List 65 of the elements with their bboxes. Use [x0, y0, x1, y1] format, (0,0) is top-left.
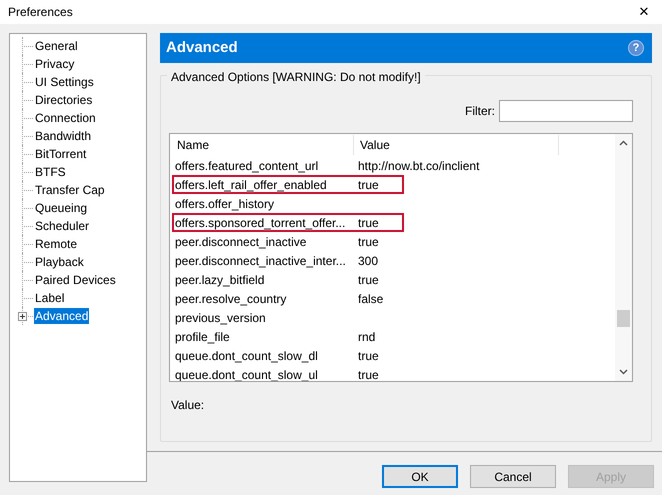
table-cell-text: offers.left_rail_offer_enabled [174, 176, 328, 194]
tree-item[interactable]: Bandwidth [34, 128, 92, 144]
table-cell-text: true [357, 366, 379, 381]
filter-field[interactable] [499, 100, 633, 122]
table-cell-text: offers.sponsored_torrent_offer... [174, 214, 346, 232]
table-cell-text: http://now.bt.co/inclient [357, 158, 480, 174]
table-cell-text: 300 [357, 252, 378, 270]
table-cell-text: true [357, 234, 379, 250]
table-cell-text: peer.disconnect_inactive [174, 234, 308, 250]
table-cell-text: true [357, 272, 379, 288]
filter-label: Filter: [465, 103, 495, 120]
window-title: Preferences [8, 4, 73, 21]
scrollbar[interactable] [615, 134, 632, 381]
tree-item[interactable]: Privacy [34, 56, 76, 72]
table-cell-text: true [357, 214, 379, 232]
table-cell-text: true [357, 176, 379, 194]
tree-item[interactable]: Label [34, 290, 66, 306]
dialog-button[interactable]: OK [382, 465, 458, 488]
tree-item[interactable]: Remote [34, 236, 78, 252]
table-row[interactable]: offers.featured_content_url http://now.bt.co/inclient [172, 156, 615, 175]
table-cell-text: profile_file [174, 328, 231, 346]
table-cell-text: queue.dont_count_slow_ul [174, 366, 319, 381]
column-header[interactable]: Name [174, 135, 354, 155]
tree-item[interactable]: Directories [34, 92, 94, 108]
scroll-down-icon[interactable] [619, 369, 628, 375]
table-cell-text: offers.featured_content_url [174, 158, 320, 174]
table-row[interactable]: previous_version [172, 308, 615, 327]
value-label: Value: [171, 398, 204, 412]
tree-item[interactable]: Scheduler [34, 218, 90, 234]
table-cell-text: true [357, 348, 379, 364]
scrollbar-thumb[interactable] [617, 310, 630, 327]
table-row[interactable]: peer.disconnect_inactive_inter... 300 [172, 251, 615, 270]
table-cell-text: queue.dont_count_slow_dl [174, 348, 319, 364]
highlight-outline[interactable]: offers.sponsored_torrent_offer... true [172, 213, 404, 232]
panel-title: Advanced [166, 38, 238, 58]
tree-item[interactable]: BTFS [34, 164, 67, 180]
table-cell-text: peer.resolve_country [174, 290, 288, 308]
column-header[interactable]: Value [354, 135, 559, 155]
scroll-up-icon[interactable] [619, 140, 628, 146]
tree-item[interactable]: Paired Devices [34, 272, 117, 288]
table-row[interactable]: queue.dont_count_slow_dl true [172, 346, 615, 365]
tree-item[interactable]: Playback [34, 254, 85, 270]
table-row[interactable]: profile_file rnd [172, 327, 615, 346]
tree-item[interactable]: UI Settings [34, 74, 95, 90]
table-row[interactable]: peer.lazy_bitfield true [172, 270, 615, 289]
tree-item[interactable]: BitTorrent [34, 146, 88, 162]
tree-item[interactable]: Transfer Cap [34, 182, 106, 198]
close-button[interactable]: ✕ [634, 2, 654, 22]
table-cell-text: peer.disconnect_inactive_inter... [174, 252, 347, 270]
tree-item[interactable]: General [34, 38, 79, 54]
highlight-outline[interactable]: offers.left_rail_offer_enabled true [172, 175, 404, 194]
table-row[interactable]: peer.resolve_country false [172, 289, 615, 308]
table-cell-text: offers.offer_history [174, 196, 275, 212]
table-row[interactable]: peer.disconnect_inactive true [172, 232, 615, 251]
tree-item[interactable]: Connection [34, 110, 97, 126]
expand-icon[interactable] [18, 312, 27, 321]
dialog-button[interactable]: Cancel [470, 465, 556, 488]
table-cell-text: false [357, 290, 384, 308]
table-row[interactable]: queue.dont_count_slow_ul true [172, 365, 615, 381]
table-cell-text: previous_version [174, 310, 267, 326]
table-cell-text: rnd [357, 328, 376, 346]
table-row[interactable]: offers.offer_history [172, 194, 615, 213]
tree-item[interactable]: Queueing [34, 200, 88, 216]
table-cell-text: peer.lazy_bitfield [174, 272, 266, 288]
tree-item[interactable]: Advanced [34, 308, 90, 324]
